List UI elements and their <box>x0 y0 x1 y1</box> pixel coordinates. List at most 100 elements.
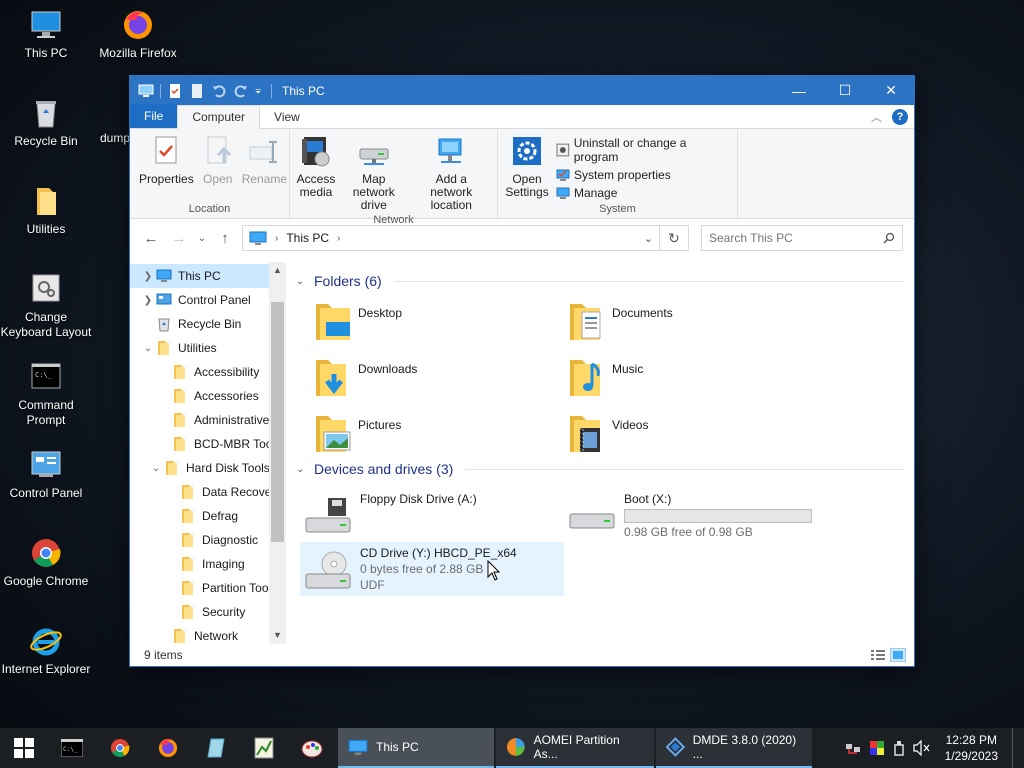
taskbar-clock[interactable]: 12:28 PM 1/29/2023 <box>939 732 1004 764</box>
desktop-icon-utilities[interactable]: Utilities <box>0 184 92 237</box>
properties-icon[interactable] <box>167 83 183 99</box>
taskbar-pin-task-manager[interactable] <box>240 728 288 768</box>
taskbar-task-this-pc[interactable]: This PC <box>338 728 494 768</box>
recent-locations-button[interactable]: ⌄ <box>196 233 208 244</box>
desktop-icon-this-pc[interactable]: This PC <box>0 8 92 61</box>
usb-drive-icon[interactable] <box>893 740 905 756</box>
devices-section-header[interactable]: ⌄ Devices and drives (3) <box>296 458 914 480</box>
scroll-thumb[interactable] <box>271 302 284 542</box>
chevron-right-icon[interactable]: › <box>337 233 340 244</box>
folder-item-documents[interactable]: Documents <box>566 300 820 344</box>
nav-item-control-panel[interactable]: ❯ Control Panel <box>130 288 269 312</box>
refresh-button[interactable]: ↻ <box>659 225 689 251</box>
properties-button[interactable]: Properties <box>136 133 197 203</box>
drive-item-cd[interactable]: CD Drive (Y:) HBCD_PE_x64 0 bytes free o… <box>300 542 564 596</box>
open-settings-button[interactable]: Open Settings <box>504 133 550 203</box>
system-properties-button[interactable]: System properties <box>556 168 731 182</box>
nav-item-utilities[interactable]: ⌄ Utilities <box>130 336 269 360</box>
scroll-down-icon[interactable]: ▼ <box>269 627 286 644</box>
drive-item-boot[interactable]: Boot (X:) 0.98 GB free of 0.98 GB <box>564 488 818 540</box>
scroll-up-icon[interactable]: ▲ <box>269 262 286 279</box>
tab-computer[interactable]: Computer <box>177 105 261 129</box>
taskbar-task-aomei[interactable]: AOMEI Partition As... <box>496 728 654 768</box>
back-button[interactable]: ← <box>140 230 162 247</box>
minimize-button[interactable]: — <box>776 76 822 105</box>
taskbar-pin-paint[interactable] <box>288 728 336 768</box>
taskbar-pin-command-prompt[interactable]: C:\_ <box>48 728 96 768</box>
desktop-icon-firefox[interactable]: Mozilla Firefox <box>92 8 184 61</box>
volume-muted-icon[interactable] <box>913 740 931 756</box>
redo-icon[interactable] <box>233 83 249 99</box>
desktop-icon-control-panel[interactable]: Control Panel <box>0 448 92 501</box>
up-button[interactable]: ↑ <box>214 230 236 247</box>
chevron-down-icon[interactable]: ⌄ <box>644 232 653 245</box>
tab-file[interactable]: File <box>130 104 178 128</box>
taskbar-task-dmde[interactable]: DMDE 3.8.0 (2020) ... <box>656 728 812 768</box>
nav-scrollbar[interactable]: ▲ ▼ <box>269 262 286 644</box>
desktop-icon-dump[interactable]: dump <box>92 131 132 146</box>
forward-button[interactable]: → <box>168 230 190 247</box>
chevron-down-icon[interactable]: ⌄ <box>140 343 156 354</box>
nav-item-recycle-bin[interactable]: Recycle Bin <box>130 312 269 336</box>
nav-item-imaging[interactable]: Imaging <box>130 552 269 576</box>
map-network-drive-button[interactable]: Map network drive <box>338 133 410 214</box>
desktop-icon-recycle-bin[interactable]: Recycle Bin <box>0 96 92 149</box>
folder-item-videos[interactable]: Videos <box>566 412 820 456</box>
nav-item-accessibility[interactable]: Accessibility <box>130 360 269 384</box>
maximize-button[interactable]: ☐ <box>822 76 868 105</box>
folder-item-music[interactable]: Music <box>566 356 820 400</box>
network-tray-icon[interactable] <box>845 740 861 756</box>
chevron-right-icon[interactable]: ❯ <box>140 271 156 282</box>
nav-item-data-recovery[interactable]: Data Recovery <box>130 480 281 504</box>
chevron-right-icon[interactable]: ❯ <box>140 295 156 306</box>
nav-item-administrative[interactable]: Administrative <box>130 408 269 432</box>
chevron-down-icon[interactable]: ⌄ <box>296 276 308 287</box>
manage-button[interactable]: Manage <box>556 186 731 200</box>
close-button[interactable]: ✕ <box>868 76 914 105</box>
search-input[interactable] <box>709 231 883 245</box>
nav-item-accessories[interactable]: Accessories <box>130 384 269 408</box>
add-network-location-button[interactable]: Add a network location <box>412 133 491 214</box>
open-button[interactable]: Open <box>199 133 237 203</box>
title-bar[interactable]: This PC — ☐ ✕ <box>130 76 914 105</box>
rename-button[interactable]: Rename <box>239 133 290 203</box>
breadcrumb-this-pc[interactable]: This PC <box>286 231 329 245</box>
folder-item-desktop[interactable]: Desktop <box>312 300 566 344</box>
chevron-right-icon[interactable]: › <box>275 233 278 244</box>
nav-item-network[interactable]: Network <box>130 624 269 644</box>
taskbar-pin-chrome[interactable] <box>96 728 144 768</box>
folder-item-downloads[interactable]: Downloads <box>312 356 566 400</box>
undo-icon[interactable] <box>211 83 227 99</box>
desktop-icon-internet-explorer[interactable]: Internet Explorer <box>0 624 92 677</box>
new-folder-icon[interactable] <box>189 83 205 99</box>
uninstall-program-button[interactable]: Uninstall or change a program <box>556 136 731 164</box>
nav-item-diagnostic[interactable]: Diagnostic <box>130 528 269 552</box>
folder-item-pictures[interactable]: Pictures <box>312 412 566 456</box>
desktop-icon-keyboard-layout[interactable]: Change Keyboard Layout <box>0 272 92 340</box>
taskbar-pin-firefox[interactable] <box>144 728 192 768</box>
nav-item-hard-disk-tools[interactable]: ⌄ Hard Disk Tools <box>130 456 270 480</box>
nav-item-this-pc[interactable]: ❯ This PC <box>130 264 269 288</box>
start-button[interactable] <box>0 728 48 768</box>
desktop-icon-command-prompt[interactable]: C:\_ Command Prompt <box>0 360 92 428</box>
access-media-button[interactable]: Access media <box>296 133 336 214</box>
folders-section-header[interactable]: ⌄ Folders (6) <box>296 270 914 292</box>
chevron-down-icon[interactable]: ⌄ <box>296 464 308 475</box>
large-icons-view-icon[interactable] <box>890 648 906 662</box>
nav-item-partition-tool[interactable]: Partition Tool <box>130 576 271 600</box>
taskbar-pin-notepad[interactable] <box>192 728 240 768</box>
show-desktop-button[interactable] <box>1012 728 1016 768</box>
search-box[interactable] <box>701 225 903 251</box>
chevron-down-icon[interactable]: ⌄ <box>148 463 164 474</box>
help-icon[interactable]: ? <box>892 109 908 125</box>
nav-item-security[interactable]: Security <box>130 600 269 624</box>
desktop-icon-chrome[interactable]: Google Chrome <box>0 536 92 589</box>
customize-toolbar-icon[interactable] <box>255 83 265 99</box>
chevron-up-icon[interactable]: ︿ <box>871 109 882 125</box>
color-display-icon[interactable] <box>869 740 885 756</box>
nav-item-bcd-mbr-tool[interactable]: BCD-MBR Tool <box>130 432 275 456</box>
drive-item-floppy[interactable]: Floppy Disk Drive (A:) <box>300 488 564 540</box>
details-view-icon[interactable] <box>870 648 886 662</box>
nav-item-defrag[interactable]: Defrag <box>130 504 269 528</box>
tab-view[interactable]: View <box>260 106 314 128</box>
